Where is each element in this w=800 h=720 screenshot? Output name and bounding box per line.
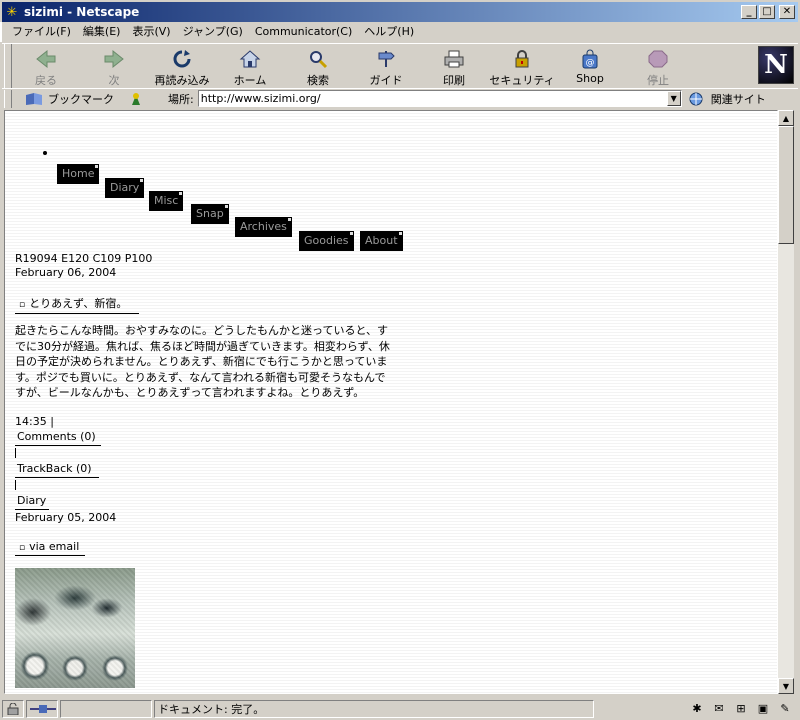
back-arrow-icon <box>34 48 58 70</box>
reload-icon <box>170 48 194 70</box>
entry-title-text: とりあえず、新宿。 <box>29 297 128 310</box>
bookmarks-button[interactable]: ブックマーク <box>24 91 114 107</box>
discussion-icon[interactable]: ⊞ <box>732 702 750 716</box>
nav-about[interactable]: About <box>360 231 403 251</box>
home-icon <box>238 48 262 70</box>
nav-diary[interactable]: Diary <box>105 178 145 198</box>
shop-bag-icon: @ <box>578 48 602 70</box>
connection-icon <box>26 699 58 718</box>
menu-communicator[interactable]: Communicator(C) <box>249 23 358 41</box>
shop-label: Shop <box>576 72 604 85</box>
mail-icon[interactable]: ✉ <box>710 702 728 716</box>
nav-snap[interactable]: Snap <box>191 204 229 224</box>
back-button[interactable]: 戻る <box>12 44 80 88</box>
comments-link[interactable]: Comments (0) <box>15 430 101 446</box>
back-label: 戻る <box>35 74 57 87</box>
shop-button[interactable]: @ Shop <box>556 44 624 88</box>
forward-label: 次 <box>108 74 120 87</box>
category-link[interactable]: Diary <box>15 494 49 510</box>
nav-archives[interactable]: Archives <box>235 217 292 237</box>
bookmark-book-icon <box>26 92 42 105</box>
guide-icon <box>374 48 398 70</box>
stop-icon <box>646 48 670 70</box>
guide-label: ガイド <box>369 74 403 87</box>
scroll-down-button[interactable]: ▼ <box>778 678 794 694</box>
guide-button[interactable]: ガイド <box>352 44 420 88</box>
navigation-toolbar: 戻る 次 再読み込み ホーム 検索 ガイド 印刷 セキュリティ @ Shop 停… <box>2 43 798 89</box>
forward-button[interactable]: 次 <box>80 44 148 88</box>
entry-time: 14:35 | <box>15 415 54 428</box>
bookmarks-label: ブックマーク <box>48 92 114 106</box>
trackback-link[interactable]: TrackBack (0) <box>15 462 99 478</box>
page-viewport: Home Diary Misc Snap Archives Goodies Ab… <box>4 110 778 694</box>
search-label: 検索 <box>307 74 329 87</box>
reload-label: 再読み込み <box>154 74 210 87</box>
window-title-bar: ✳ sizimi - Netscape _ □ ✕ <box>0 0 800 22</box>
reload-button[interactable]: 再読み込み <box>148 44 216 88</box>
forward-arrow-icon <box>102 48 126 70</box>
progress-bar <box>60 699 152 718</box>
stop-label: 停止 <box>647 74 669 87</box>
menu-help[interactable]: ヘルプ(H) <box>358 23 420 41</box>
site-stats: R19094 E120 C109 P100 <box>15 252 153 265</box>
list-bullet <box>43 151 47 155</box>
security-label: セキュリティ <box>489 74 555 87</box>
minimize-button[interactable]: _ <box>741 5 757 19</box>
address-book-icon[interactable]: ▣ <box>754 702 772 716</box>
related-sites-label: 関連サイト <box>710 92 766 106</box>
maximize-button[interactable]: □ <box>759 5 775 19</box>
component-navigator-icon[interactable]: ✱ <box>688 702 706 716</box>
url-input[interactable]: http://www.sizimi.org/ <box>197 90 682 107</box>
nav-goodies[interactable]: Goodies <box>299 231 354 251</box>
url-history-dropdown[interactable]: ▼ <box>666 91 681 106</box>
menu-bar: ファイル(F) 編集(E) 表示(V) ジャンプ(G) Communicator… <box>0 22 800 42</box>
entry-date: February 05, 2004 <box>15 511 117 524</box>
stop-button[interactable]: 停止 <box>624 44 692 88</box>
security-lock-icon[interactable] <box>2 699 24 718</box>
entry-photo[interactable] <box>15 568 135 688</box>
scroll-thumb[interactable] <box>778 126 794 244</box>
nav-home[interactable]: Home <box>57 164 100 184</box>
link-separator <box>15 448 16 458</box>
print-label: 印刷 <box>443 74 465 87</box>
printer-icon <box>442 48 466 70</box>
status-text: ドキュメント: 完了。 <box>154 699 594 718</box>
security-button[interactable]: セキュリティ <box>488 44 556 88</box>
composer-icon[interactable]: ✎ <box>776 702 794 716</box>
toolbar-grip[interactable] <box>4 44 12 88</box>
svg-text:@: @ <box>586 58 595 68</box>
menu-go[interactable]: ジャンプ(G) <box>177 23 249 41</box>
entry-marker-icon: ▫ <box>19 543 26 553</box>
vertical-scrollbar[interactable]: ▲ ▼ <box>778 110 794 694</box>
close-button[interactable]: ✕ <box>779 5 795 19</box>
related-globe-icon <box>689 92 703 105</box>
home-label: ホーム <box>233 74 267 87</box>
entry-title-text: via email <box>29 540 80 553</box>
entry-title[interactable]: ▫ via email <box>15 540 85 556</box>
print-button[interactable]: 印刷 <box>420 44 488 88</box>
location-label: 場所: <box>168 92 194 106</box>
menu-view[interactable]: 表示(V) <box>126 23 176 41</box>
menu-file[interactable]: ファイル(F) <box>6 23 77 41</box>
window-title: sizimi - Netscape <box>24 5 140 19</box>
entry-date: February 06, 2004 <box>15 266 117 279</box>
scroll-up-button[interactable]: ▲ <box>778 110 794 126</box>
page-proxy-icon[interactable] <box>128 91 146 107</box>
link-separator <box>15 480 16 490</box>
netscape-app-icon[interactable]: ✳ <box>4 4 20 20</box>
netscape-logo[interactable]: N <box>758 46 794 84</box>
search-icon <box>306 48 330 70</box>
home-button[interactable]: ホーム <box>216 44 284 88</box>
search-button[interactable]: 検索 <box>284 44 352 88</box>
location-toolbar: ブックマーク 場所: http://www.sizimi.org/ ▼ 関連サイ… <box>2 88 798 108</box>
entry-title[interactable]: ▫ とりあえず、新宿。 <box>15 295 139 314</box>
lock-icon <box>510 48 534 70</box>
nav-misc[interactable]: Misc <box>149 191 184 211</box>
entry-body: 起きたらこんな時間。おやすみなのに。どうしたもんかと迷っていると、すでに30分が… <box>15 324 390 399</box>
location-grip[interactable] <box>4 89 12 108</box>
entry-marker-icon: ▫ <box>19 300 26 310</box>
related-sites-button[interactable]: 関連サイト <box>687 91 766 107</box>
status-bar: ドキュメント: 完了。 ✱ ✉ ⊞ ▣ ✎ <box>0 697 800 720</box>
menu-edit[interactable]: 編集(E) <box>77 23 127 41</box>
